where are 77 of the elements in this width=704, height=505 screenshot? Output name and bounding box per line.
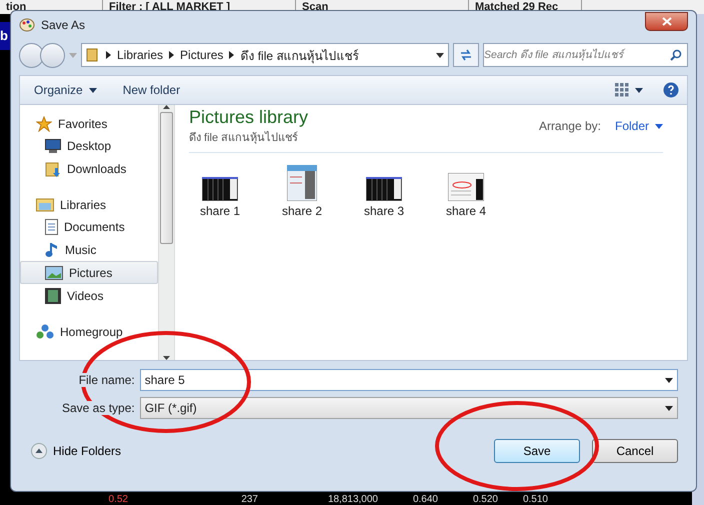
hide-folders-button[interactable]: Hide Folders: [31, 443, 122, 459]
table-cell-text: 0.510: [522, 494, 548, 505]
breadcrumb-item[interactable]: Pictures: [180, 48, 224, 62]
chevron-icon: [106, 51, 111, 59]
arrange-dropdown[interactable]: Folder: [614, 119, 663, 133]
organize-menu-button[interactable]: Organize: [28, 81, 103, 99]
screenshot-thumbnail: [448, 173, 484, 201]
monitor-icon: [45, 138, 61, 152]
caret-icon: [163, 356, 170, 360]
help-icon[interactable]: [663, 82, 679, 98]
caret-icon: [655, 124, 663, 128]
caret-icon: [69, 52, 77, 58]
screenshot-thumbnail: [202, 177, 238, 201]
caret-icon: [635, 88, 643, 92]
search-field[interactable]: Search ดึง file สแกนหุ้นไปแชร์: [483, 43, 688, 67]
homegroup-icon: [36, 324, 54, 340]
chevron-icon: [169, 51, 174, 59]
window-title: Save As: [41, 18, 86, 32]
caret-icon: [665, 406, 673, 410]
field-label: File name:: [78, 373, 136, 387]
scrollbar[interactable]: [158, 105, 175, 360]
library-subtitle: ดึง file สแกนหุ้นไปแชร์: [189, 130, 300, 146]
picture-icon: [45, 266, 63, 280]
sidebar-group[interactable]: Libraries: [20, 194, 158, 215]
file-name[interactable]: share 3: [364, 204, 404, 218]
sidebar-group[interactable]: Homegroup: [20, 321, 158, 342]
refresh-arrows-icon: [459, 49, 473, 61]
film-strip-icon: [45, 288, 61, 304]
sidebar-item[interactable]: Desktop: [20, 134, 158, 157]
file-name[interactable]: share 2: [282, 204, 322, 218]
breadcrumb-item[interactable]: Libraries: [117, 48, 164, 62]
back-button[interactable]: [19, 42, 44, 68]
folder-download-icon: [45, 160, 61, 176]
folder-icon: [86, 48, 100, 62]
sidebar-item[interactable]: Documents: [20, 215, 158, 238]
file-name[interactable]: share 4: [446, 204, 486, 218]
caret-icon: [88, 88, 97, 92]
sidebar-item[interactable]: Videos: [20, 284, 158, 307]
search-icon: [670, 49, 682, 61]
caret-icon: [665, 378, 673, 382]
document-icon: [45, 218, 58, 234]
paint-palette-icon: [19, 17, 35, 33]
table-cell-text: 18,813,000: [326, 494, 378, 505]
scrollbar-thumb[interactable]: [160, 112, 173, 244]
screenshot-thumbnail: [287, 165, 317, 201]
close-button[interactable]: [645, 12, 688, 30]
file-name-field[interactable]: share 5: [140, 369, 678, 391]
sidebar-group[interactable]: Favorites: [20, 113, 158, 134]
table-cell-text: 0.52: [108, 494, 128, 505]
refresh-button[interactable]: [453, 43, 479, 67]
screenshot-thumbnail: [366, 177, 402, 201]
field-label: Save as type:: [61, 401, 136, 415]
table-cell-text: 0.520: [472, 494, 498, 505]
cancel-button[interactable]: Cancel: [592, 439, 678, 463]
table-cell-text: 237: [240, 494, 258, 505]
library-title: Pictures library: [189, 107, 308, 128]
library-folder-icon: [36, 197, 54, 212]
background-app-letter: b: [0, 22, 10, 50]
sidebar-item[interactable]: Pictures: [20, 261, 158, 284]
caret-icon: [436, 52, 444, 58]
file-name[interactable]: share 1: [200, 204, 240, 218]
grid-view-icon: [615, 83, 629, 97]
star-icon: [36, 116, 52, 132]
table-cell-text: 0.640: [412, 494, 438, 505]
close-icon: [662, 16, 672, 26]
save-button[interactable]: Save: [494, 439, 580, 463]
breadcrumb-item[interactable]: ดึง file สแกนหุ้นไปแชร์: [240, 46, 358, 64]
sidebar-item[interactable]: Music: [20, 238, 158, 261]
arrange-label: Arrange by:: [538, 119, 601, 133]
sidebar-item[interactable]: Downloads: [20, 157, 158, 180]
music-note-icon: [45, 242, 59, 258]
chevron-icon: [229, 51, 234, 59]
file-type-dropdown[interactable]: GIF (*.gif): [140, 397, 678, 419]
address-bar[interactable]: Libraries Pictures ดึง file สแกนหุ้นไปแชร์: [81, 43, 449, 67]
new-folder-button[interactable]: New folder: [116, 81, 186, 99]
forward-button[interactable]: [40, 42, 65, 68]
caret-up-icon: [31, 443, 47, 459]
